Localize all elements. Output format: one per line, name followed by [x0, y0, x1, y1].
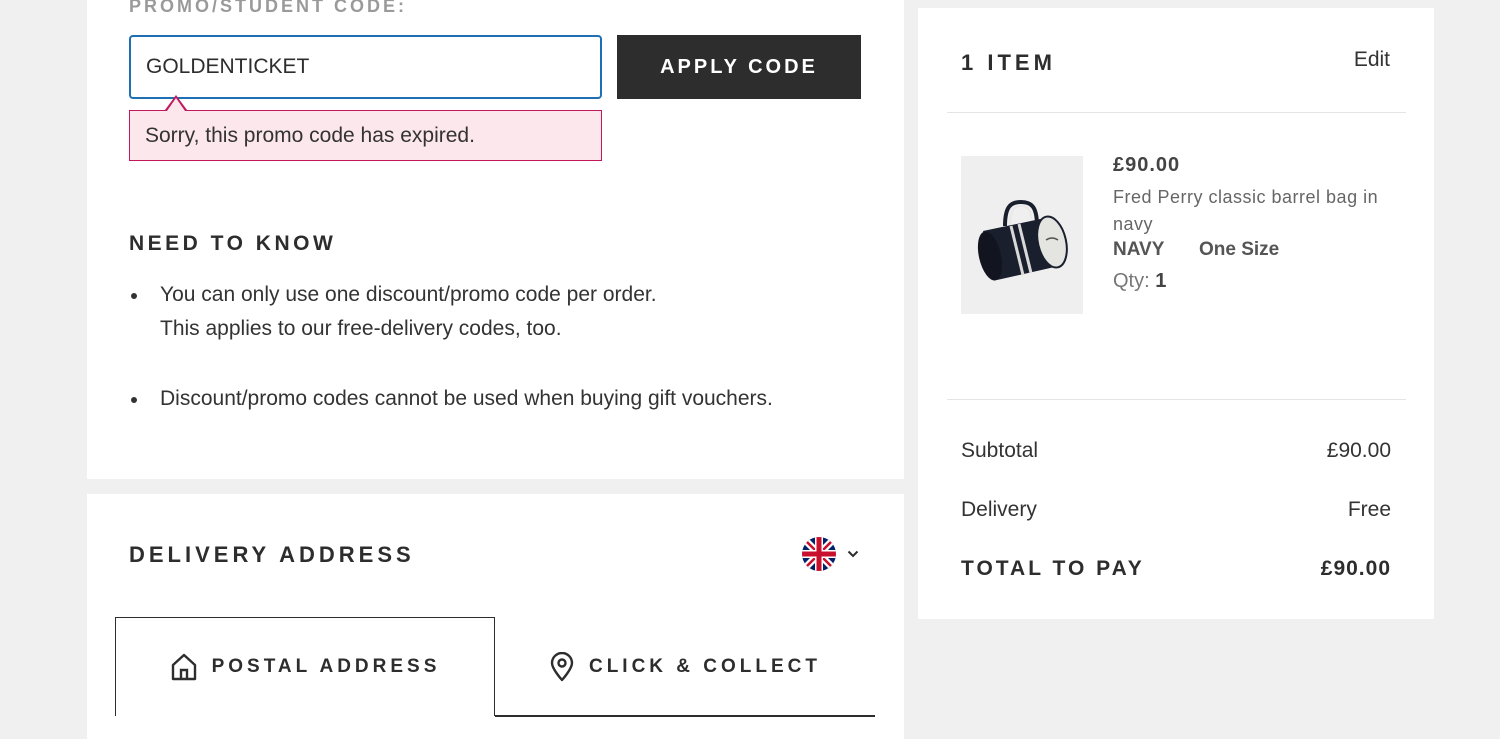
promo-error-message: Sorry, this promo code has expired.	[129, 110, 602, 161]
list-item: Discount/promo codes cannot be used when…	[129, 382, 869, 416]
total-value: £90.00	[1320, 557, 1391, 580]
delivery-row: Delivery Free	[961, 498, 1391, 522]
apply-code-button[interactable]: APPLY CODE	[617, 35, 861, 99]
total-label: TOTAL TO PAY	[961, 557, 1145, 580]
product-colour: NAVY	[1113, 239, 1165, 260]
subtotal-value: £90.00	[1326, 439, 1391, 462]
product-size: One Size	[1199, 239, 1280, 260]
uk-flag-icon	[802, 537, 836, 571]
subtotal-row: Subtotal £90.00	[961, 439, 1391, 463]
edit-link[interactable]: Edit	[1354, 48, 1390, 72]
delivery-address-heading: DELIVERY ADDRESS	[129, 542, 415, 567]
delivery-value: Free	[1347, 498, 1391, 521]
list-item-text: Discount/promo codes cannot be used when…	[160, 387, 773, 410]
tab-postal-address[interactable]: POSTAL ADDRESS	[115, 617, 495, 716]
item-count-heading: 1 ITEM	[961, 50, 1056, 75]
order-summary-panel: 1 ITEM Edit £90.00 Fred Perry classic ba…	[918, 8, 1434, 619]
product-quantity: Qty: 1	[1113, 270, 1166, 293]
promo-code-input[interactable]	[129, 35, 602, 99]
location-pin-icon	[550, 651, 574, 681]
product-name[interactable]: Fred Perry classic barrel bag in navy	[1113, 184, 1403, 238]
home-icon	[171, 653, 196, 681]
tab-label: POSTAL ADDRESS	[211, 656, 441, 677]
divider	[947, 112, 1406, 113]
list-item-text: You can only use one discount/promo code…	[160, 283, 657, 306]
product-image[interactable]	[961, 156, 1083, 314]
subtotal-label: Subtotal	[961, 439, 1039, 462]
delivery-label: Delivery	[961, 498, 1037, 521]
error-pointer-fill	[167, 98, 185, 111]
bullet-icon	[131, 397, 137, 403]
list-item: You can only use one discount/promo code…	[129, 278, 869, 346]
country-selector[interactable]	[801, 536, 861, 572]
qty-value: 1	[1155, 270, 1167, 292]
barrel-bag-image	[977, 199, 1068, 281]
promo-code-label: PROMO/STUDENT CODE:	[129, 0, 408, 16]
need-to-know-heading: NEED TO KNOW	[129, 232, 337, 255]
tab-divider	[495, 715, 875, 717]
bullet-icon	[131, 293, 137, 299]
tab-label: CLICK & COLLECT	[588, 655, 822, 677]
tab-click-and-collect[interactable]: CLICK & COLLECT	[495, 617, 875, 716]
need-to-know-list: You can only use one discount/promo code…	[129, 278, 869, 416]
delivery-address-panel: DELIVERY ADDRESS POSTAL ADDRESS CLICK & …	[87, 494, 904, 739]
list-item-text: This applies to our free-delivery codes,…	[160, 317, 562, 340]
chevron-down-icon	[847, 550, 859, 558]
promo-panel: PROMO/STUDENT CODE: APPLY CODE Sorry, th…	[87, 0, 904, 479]
qty-label: Qty:	[1113, 270, 1150, 292]
total-row: TOTAL TO PAY £90.00	[961, 557, 1391, 581]
product-price: £90.00	[1113, 154, 1181, 176]
divider	[947, 399, 1406, 400]
